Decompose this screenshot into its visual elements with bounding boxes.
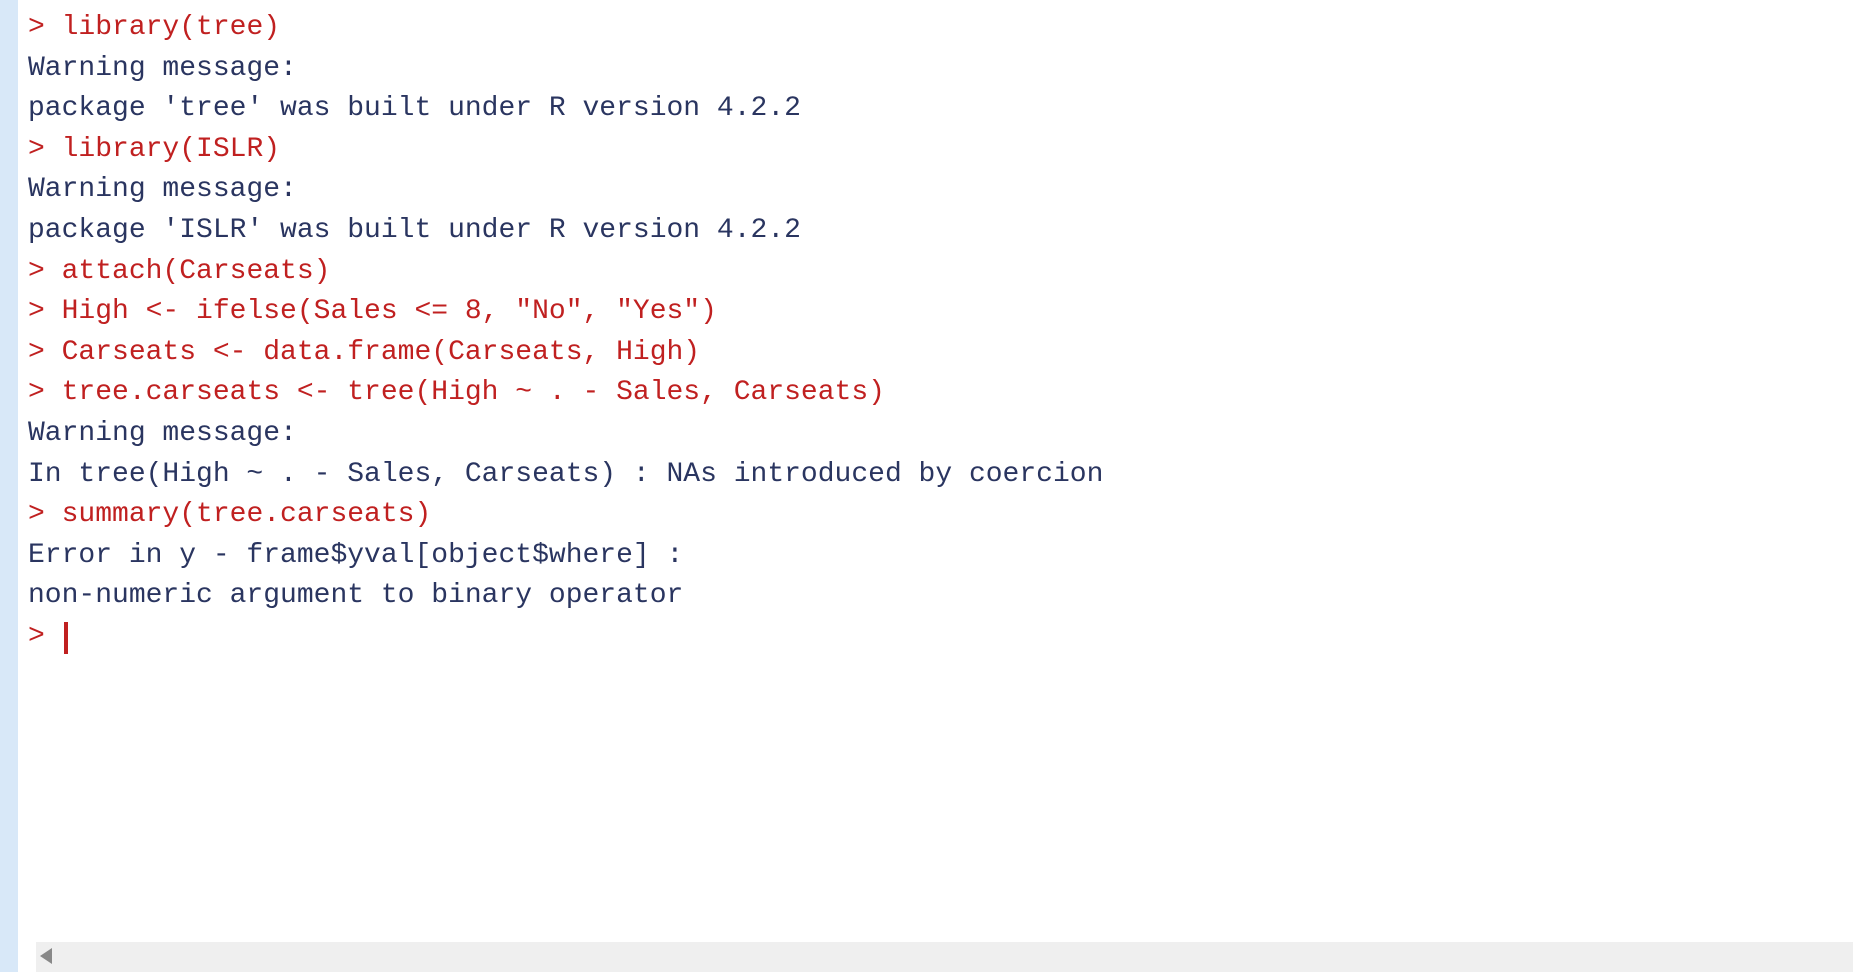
- console-output-text: non-numeric argument to binary operator: [28, 576, 1853, 617]
- prompt: >: [28, 256, 62, 287]
- console-input-text: library(ISLR): [62, 134, 280, 165]
- console-output-text: Warning message:: [28, 170, 1853, 211]
- prompt: >: [28, 621, 62, 652]
- text-cursor: [64, 622, 68, 654]
- prompt: >: [28, 134, 62, 165]
- console-input-text: summary(tree.carseats): [62, 499, 432, 530]
- prompt: >: [28, 12, 62, 43]
- console-line: > library(tree): [28, 8, 1853, 49]
- r-console[interactable]: > library(tree) Warning message: package…: [18, 0, 1853, 658]
- console-line: > tree.carseats <- tree(High ~ . - Sales…: [28, 373, 1853, 414]
- console-output-text: Warning message:: [28, 49, 1853, 90]
- console-input-text: attach(Carseats): [62, 256, 331, 287]
- console-output-text: Error in y - frame$yval[object$where] :: [28, 536, 1853, 577]
- prompt: >: [28, 499, 62, 530]
- console-input-text: High <- ifelse(Sales <= 8, "No", "Yes"): [62, 296, 717, 327]
- console-input-text: tree.carseats <- tree(High ~ . - Sales, …: [62, 377, 885, 408]
- console-input-text: Carseats <- data.frame(Carseats, High): [62, 337, 701, 368]
- console-output-text: Warning message:: [28, 414, 1853, 455]
- prompt: >: [28, 377, 62, 408]
- console-output-text: In tree(High ~ . - Sales, Carseats) : NA…: [28, 455, 1853, 496]
- scroll-left-arrow-icon[interactable]: [40, 948, 52, 964]
- console-output-text: package 'tree' was built under R version…: [28, 89, 1853, 130]
- console-line: > Carseats <- data.frame(Carseats, High): [28, 333, 1853, 374]
- console-line: > High <- ifelse(Sales <= 8, "No", "Yes"…: [28, 292, 1853, 333]
- console-wrapper: > library(tree) Warning message: package…: [18, 0, 1853, 972]
- prompt: >: [28, 337, 62, 368]
- prompt: >: [28, 296, 62, 327]
- console-line: > summary(tree.carseats): [28, 495, 1853, 536]
- console-line: >: [28, 617, 1853, 658]
- console-line: > library(ISLR): [28, 130, 1853, 171]
- console-input-text: library(tree): [62, 12, 280, 43]
- console-output-text: package 'ISLR' was built under R version…: [28, 211, 1853, 252]
- console-line: > attach(Carseats): [28, 252, 1853, 293]
- console-gutter: [0, 0, 18, 972]
- horizontal-scrollbar[interactable]: [36, 942, 1853, 972]
